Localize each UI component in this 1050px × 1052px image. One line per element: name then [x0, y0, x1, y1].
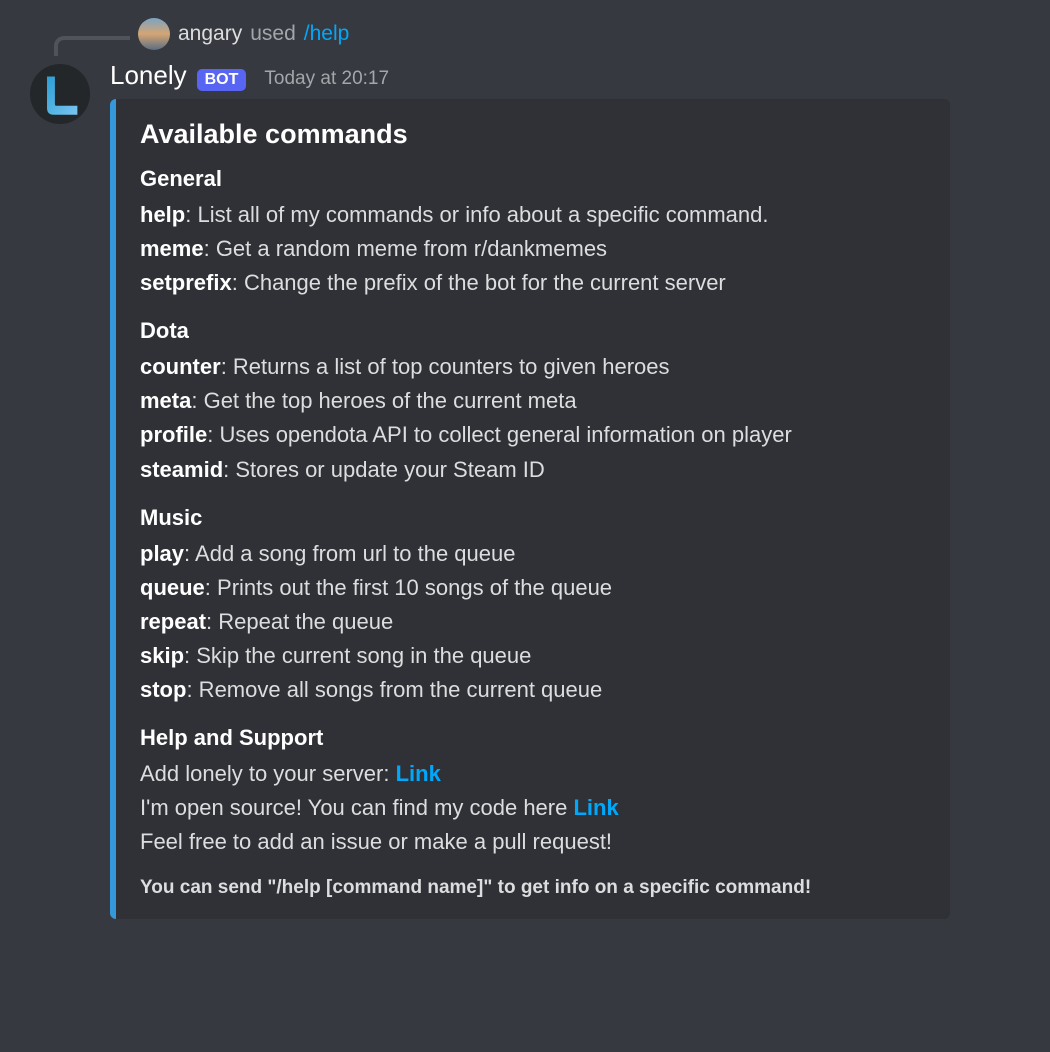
- command-line: stop: Remove all songs from the current …: [140, 673, 924, 707]
- message-header: Lonely BOT Today at 20:17: [110, 60, 1020, 91]
- command-line: meta: Get the top heroes of the current …: [140, 384, 924, 418]
- support-text: Add lonely to your server:: [140, 761, 396, 786]
- embed-section: General help: List all of my commands or …: [140, 166, 924, 300]
- command-line: counter: Returns a list of top counters …: [140, 350, 924, 384]
- field-title: Music: [140, 505, 924, 531]
- command-description: : Get the top heroes of the current meta: [191, 388, 576, 413]
- embed-title: Available commands: [140, 119, 924, 150]
- command-line: repeat: Repeat the queue: [140, 605, 924, 639]
- command-name: play: [140, 541, 184, 566]
- command-line: setprefix: Change the prefix of the bot …: [140, 266, 924, 300]
- reply-spine: [54, 36, 130, 56]
- bot-badge: BOT: [197, 69, 247, 91]
- message-timestamp: Today at 20:17: [264, 68, 389, 90]
- reply-user-avatar[interactable]: [138, 18, 170, 50]
- command-name: skip: [140, 643, 184, 668]
- command-name: help: [140, 202, 185, 227]
- message-container: angary used /help Lonely: [0, 0, 1050, 937]
- embed-section-support: Help and Support Add lonely to your serv…: [140, 725, 924, 859]
- command-description: : Remove all songs from the current queu…: [186, 677, 602, 702]
- invite-link[interactable]: Link: [396, 761, 441, 786]
- message-main: Lonely BOT Today at 20:17 Available comm…: [30, 60, 1020, 919]
- command-description: : Returns a list of top counters to give…: [221, 354, 670, 379]
- command-description: : Repeat the queue: [206, 609, 393, 634]
- support-line: Add lonely to your server: Link: [140, 757, 924, 791]
- reply-username[interactable]: angary: [178, 22, 242, 46]
- message-content: Lonely BOT Today at 20:17 Available comm…: [110, 60, 1020, 919]
- reply-action-text: used: [250, 22, 296, 46]
- command-name: setprefix: [140, 270, 232, 295]
- command-line: play: Add a song from url to the queue: [140, 537, 924, 571]
- embed-section: Music play: Add a song from url to the qu…: [140, 505, 924, 707]
- support-line: I'm open source! You can find my code he…: [140, 791, 924, 825]
- command-name: profile: [140, 422, 207, 447]
- embed-section: Dota counter: Returns a list of top count…: [140, 318, 924, 486]
- command-name: steamid: [140, 457, 223, 482]
- command-line: meme: Get a random meme from r/dankmemes: [140, 232, 924, 266]
- support-line: Feel free to add an issue or make a pull…: [140, 825, 924, 859]
- embed-footer: You can send "/help [command name]" to g…: [140, 877, 924, 899]
- support-text: I'm open source! You can find my code he…: [140, 795, 573, 820]
- command-description: : Prints out the first 10 songs of the q…: [205, 575, 612, 600]
- command-description: : Change the prefix of the bot for the c…: [232, 270, 726, 295]
- bot-avatar[interactable]: [30, 64, 90, 124]
- command-name: stop: [140, 677, 186, 702]
- command-description: : List all of my commands or info about …: [185, 202, 768, 227]
- field-title: Dota: [140, 318, 924, 344]
- command-description: : Skip the current song in the queue: [184, 643, 531, 668]
- bot-avatar-icon: [38, 72, 83, 117]
- command-line: profile: Uses opendota API to collect ge…: [140, 418, 924, 452]
- command-line: help: List all of my commands or info ab…: [140, 198, 924, 232]
- embed-card: Available commands General help: List all…: [110, 99, 950, 919]
- bot-username[interactable]: Lonely: [110, 60, 187, 91]
- command-name: meta: [140, 388, 191, 413]
- command-description: : Uses opendota API to collect general i…: [207, 422, 792, 447]
- field-title: General: [140, 166, 924, 192]
- field-title-support: Help and Support: [140, 725, 924, 751]
- command-name: repeat: [140, 609, 206, 634]
- command-name: queue: [140, 575, 205, 600]
- command-line: queue: Prints out the first 10 songs of …: [140, 571, 924, 605]
- command-line: steamid: Stores or update your Steam ID: [140, 453, 924, 487]
- command-name: meme: [140, 236, 204, 261]
- command-description: : Stores or update your Steam ID: [223, 457, 545, 482]
- command-line: skip: Skip the current song in the queue: [140, 639, 924, 673]
- source-link[interactable]: Link: [573, 795, 618, 820]
- reply-reference[interactable]: angary used /help: [138, 18, 1020, 50]
- command-description: : Add a song from url to the queue: [184, 541, 515, 566]
- command-name: counter: [140, 354, 221, 379]
- reply-slash-command[interactable]: /help: [304, 22, 350, 46]
- command-description: : Get a random meme from r/dankmemes: [204, 236, 607, 261]
